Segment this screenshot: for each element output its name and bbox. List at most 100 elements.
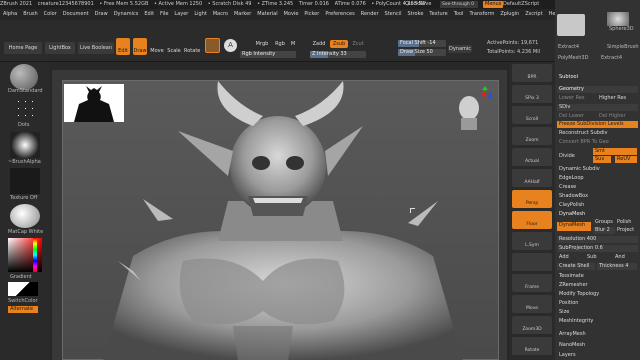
shelf-rotate-button[interactable]: Rotate	[512, 337, 552, 355]
menu-item-layer[interactable]: Layer	[171, 9, 191, 20]
default-zscript[interactable]: DefaultZScript	[503, 0, 539, 9]
meshintegrity-button[interactable]: MeshIntegrity	[557, 318, 638, 325]
suv-toggle[interactable]: Suv	[593, 156, 611, 163]
and-button[interactable]: And	[613, 254, 637, 261]
document-canvas[interactable]	[62, 80, 499, 360]
switch-color-button[interactable]: SwitchColor	[8, 298, 38, 304]
tessimate-button[interactable]: Tessimate	[557, 273, 638, 280]
size-button[interactable]: Size	[557, 309, 638, 316]
thickness-slider[interactable]: Thickness 4	[597, 263, 637, 270]
reconstruct-subdiv-button[interactable]: Reconstruct Subdiv	[557, 130, 638, 137]
see-through-slider[interactable]: See-through 0	[440, 1, 478, 8]
sub-button[interactable]: Sub	[585, 254, 611, 261]
move-button[interactable]: Move	[150, 38, 164, 55]
menu-item-marker[interactable]: Marker	[231, 9, 254, 20]
alternate-button[interactable]: Alternate	[8, 306, 38, 313]
shelf-zoom3d-button[interactable]: Zoom3D	[512, 316, 552, 334]
menu-item-texture[interactable]: Texture	[426, 9, 450, 20]
dynamesh-button[interactable]: DynaMesh	[557, 222, 591, 231]
shadowbox-button[interactable]: ShadowBox	[557, 193, 638, 200]
draw-size-slider[interactable]: Draw Size 50	[398, 49, 446, 56]
freeze-subdivision-button[interactable]: Freeze SubDivision Levels	[557, 121, 638, 128]
polish-toggle[interactable]: Polish	[615, 219, 637, 226]
groups-toggle[interactable]: Groups	[593, 219, 615, 226]
higher-res-button[interactable]: Higher Res	[597, 95, 637, 102]
texture-thumbnail[interactable]	[10, 168, 40, 194]
resolution-slider[interactable]: Resolution 400	[557, 236, 638, 243]
menu-item-macro[interactable]: Macro	[210, 9, 231, 20]
top-tool-2[interactable]: Sphere3D	[609, 26, 634, 32]
top-tool-3[interactable]: SimpleBrush	[607, 44, 639, 50]
menu-item-stroke[interactable]: Stroke	[404, 9, 426, 20]
rotate-button[interactable]: Rotate	[184, 38, 200, 55]
stroke-dots-icon[interactable]	[15, 98, 35, 120]
shelf-actual-button[interactable]: Actual	[512, 148, 552, 166]
shelf-spacer-button[interactable]	[512, 253, 552, 271]
tool-thumbnail-extract[interactable]	[557, 14, 585, 36]
menu-item-edit[interactable]: Edit	[141, 9, 157, 20]
blur-slider[interactable]: Blur 2	[593, 227, 615, 234]
menu-item-help[interactable]: Help	[546, 9, 555, 20]
geometry-header[interactable]: Geometry	[557, 86, 638, 93]
del-higher-button[interactable]: Del Higher	[597, 113, 637, 120]
edgeloop-button[interactable]: EdgeLoop	[557, 175, 638, 182]
menu-item-file[interactable]: File	[157, 9, 171, 20]
divide-button[interactable]: Divide	[557, 153, 589, 160]
subprojection-slider[interactable]: SubProjection 0.6	[557, 245, 638, 252]
claypolish-button[interactable]: ClayPolish	[557, 202, 638, 209]
top-tool-1[interactable]: Extract4	[558, 44, 579, 50]
alpha-a-icon[interactable]: A	[224, 39, 237, 52]
menu-item-stencil[interactable]: Stencil	[382, 9, 405, 20]
dynamesh-header[interactable]: DynaMesh	[557, 211, 638, 218]
shelf-frame-button[interactable]: Frame	[512, 274, 552, 292]
zcut-button[interactable]: Zcut	[350, 40, 366, 48]
color-swatch[interactable]	[8, 282, 38, 296]
lower-res-button[interactable]: Lower Res	[557, 95, 595, 102]
shelf-spix-3-button[interactable]: SPix 3	[512, 85, 552, 103]
silhouette-thumbnail[interactable]	[64, 84, 124, 122]
z-intensity-slider[interactable]: Z Intensity 33	[310, 51, 366, 58]
smt-toggle[interactable]: Smt	[593, 148, 637, 155]
menu-item-draw[interactable]: Draw	[92, 9, 111, 20]
add-button[interactable]: Add	[557, 254, 583, 261]
m-button[interactable]: M	[289, 40, 297, 48]
navigation-gyro[interactable]	[455, 86, 491, 134]
menus-button[interactable]: Menus	[483, 1, 504, 8]
draw-button[interactable]: Draw	[133, 38, 147, 55]
menu-item-document[interactable]: Document	[60, 9, 92, 20]
project-toggle[interactable]: Project	[615, 227, 637, 234]
zadd-button[interactable]: Zadd	[310, 40, 328, 48]
menu-item-alpha[interactable]: Alpha	[0, 9, 20, 20]
zsub-button[interactable]: Zsub	[330, 40, 348, 48]
alpha-thumbnail[interactable]	[10, 132, 40, 158]
shelf-move-button[interactable]: Move	[512, 295, 552, 313]
layers-button[interactable]: Layers	[557, 352, 638, 359]
subtool-header[interactable]: Subtool	[557, 74, 638, 81]
reuv-toggle[interactable]: ReUV	[615, 156, 637, 163]
tool-thumbnail-sphere[interactable]	[607, 12, 629, 26]
shelf-floor-button[interactable]: Floor	[512, 211, 552, 229]
menu-item-dynamics[interactable]: Dynamics	[111, 9, 142, 20]
top-tool-4[interactable]: PolyMesh3D	[558, 55, 588, 61]
shelf-zoom-button[interactable]: Zoom	[512, 127, 552, 145]
menu-item-tool[interactable]: Tool	[451, 9, 467, 20]
dynamic-subdiv-button[interactable]: Dynamic Subdiv	[557, 166, 638, 173]
rgb-button[interactable]: Rgb	[273, 40, 287, 48]
zremesher-button[interactable]: ZRemesher	[557, 282, 638, 289]
material-swatch[interactable]	[205, 38, 220, 53]
menu-item-picker[interactable]: Picker	[301, 9, 322, 20]
shelf-scroll-button[interactable]: Scroll	[512, 106, 552, 124]
top-tool-5[interactable]: Extract4	[601, 55, 622, 61]
menu-item-movie[interactable]: Movie	[281, 9, 302, 20]
arraymesh-button[interactable]: ArrayMesh	[557, 331, 638, 338]
menu-item-render[interactable]: Render	[358, 9, 382, 20]
home-page-button[interactable]: Home Page	[4, 42, 42, 54]
menu-item-transform[interactable]: Transform	[466, 9, 497, 20]
position-button[interactable]: Position	[557, 300, 638, 307]
menu-item-light[interactable]: Light	[191, 9, 209, 20]
convert-bpr-button[interactable]: Convert BPR To Geo	[557, 139, 638, 146]
live-boolean-button[interactable]: Live Boolean	[78, 42, 114, 54]
crease-button[interactable]: Crease	[557, 184, 638, 191]
sdiv-slider[interactable]: SDiv	[557, 104, 638, 111]
brush-thumbnail[interactable]	[10, 64, 38, 90]
